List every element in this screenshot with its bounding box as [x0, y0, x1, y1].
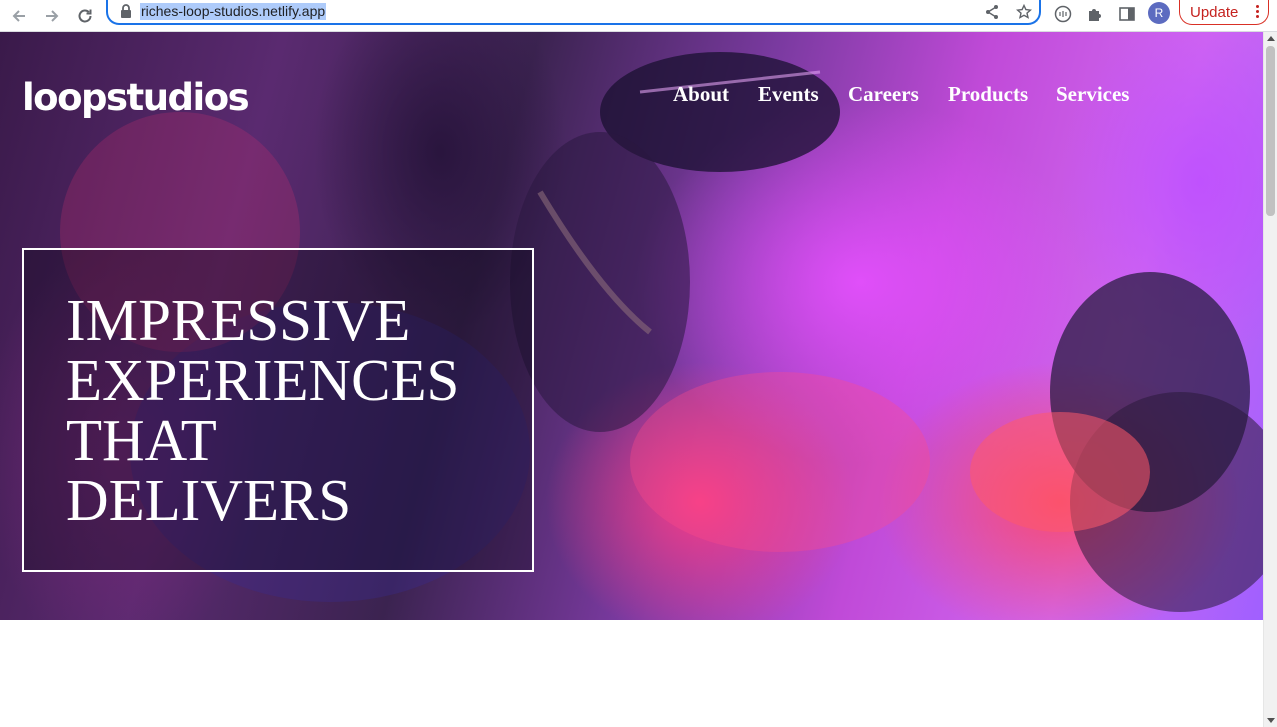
headline-line: IMPRESSIVE	[66, 287, 411, 353]
update-label: Update	[1190, 3, 1239, 21]
nav-services[interactable]: Services	[1056, 82, 1129, 106]
nav-careers[interactable]: Careers	[848, 82, 919, 106]
headline-box: IMPRESSIVE EXPERIENCES THAT DELIVERS	[22, 248, 534, 572]
share-icon[interactable]	[982, 2, 1002, 22]
nav-about[interactable]: About	[673, 82, 729, 106]
avatar[interactable]: R	[1148, 2, 1170, 24]
nav-events[interactable]: Events	[758, 82, 819, 106]
scroll-down-arrow-icon[interactable]	[1267, 718, 1275, 723]
headline-line: EXPERIENCES	[66, 347, 460, 413]
headline-line: THAT	[66, 407, 217, 473]
sidepanel-icon[interactable]	[1115, 2, 1139, 26]
headline-line: DELIVERS	[66, 467, 352, 533]
extension-icon[interactable]	[1051, 2, 1075, 26]
update-button[interactable]: Update	[1179, 0, 1269, 25]
address-bar[interactable]: riches-loop-studios.netlify.app	[106, 0, 1041, 25]
hero-headline: IMPRESSIVE EXPERIENCES THAT DELIVERS	[66, 290, 459, 530]
forward-arrow-icon[interactable]	[39, 3, 65, 29]
menu-dots-icon	[1256, 5, 1259, 19]
star-icon[interactable]	[1014, 2, 1034, 22]
scroll-up-arrow-icon[interactable]	[1267, 36, 1275, 41]
puzzle-icon[interactable]	[1083, 2, 1107, 26]
lock-icon[interactable]	[120, 4, 132, 18]
site-logo[interactable]: loopstudios	[22, 76, 250, 120]
hero-section: loopstudios About Events Careers Product…	[0, 32, 1263, 620]
url-text[interactable]: riches-loop-studios.netlify.app	[140, 3, 327, 20]
scroll-thumb[interactable]	[1266, 46, 1275, 216]
reload-icon[interactable]	[72, 3, 98, 29]
nav-products[interactable]: Products	[948, 82, 1028, 106]
browser-toolbar: riches-loop-studios.netlify.app R Update	[0, 0, 1277, 32]
back-arrow-icon[interactable]	[6, 3, 32, 29]
page-scrollbar[interactable]	[1263, 32, 1277, 727]
